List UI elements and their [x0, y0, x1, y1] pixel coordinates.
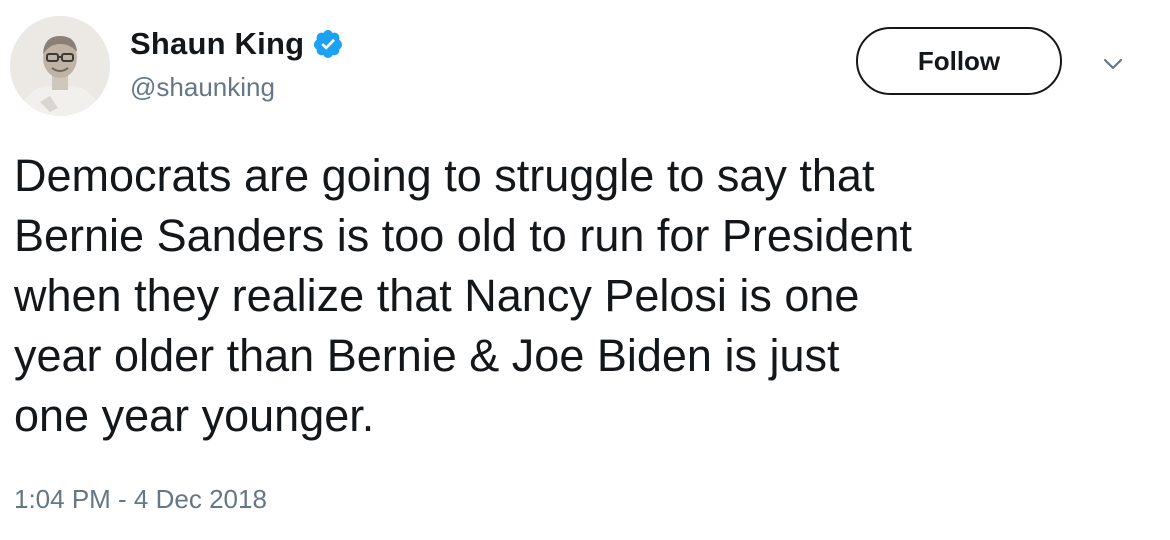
- author-handle[interactable]: @shaunking: [130, 72, 275, 103]
- tweet-timestamp[interactable]: 1:04 PM - 4 Dec 2018: [14, 484, 267, 515]
- verified-badge-icon: [312, 28, 344, 60]
- chevron-down-icon[interactable]: [1098, 52, 1128, 76]
- follow-button[interactable]: Follow: [856, 27, 1062, 95]
- author-display-name[interactable]: Shaun King: [130, 26, 304, 62]
- author-name-row: Shaun King: [130, 22, 344, 66]
- avatar[interactable]: [10, 16, 110, 116]
- tweet-text: Democrats are going to struggle to say t…: [14, 150, 913, 441]
- tweet-card: Shaun King @shaunking Follow Democrats a…: [0, 0, 1170, 540]
